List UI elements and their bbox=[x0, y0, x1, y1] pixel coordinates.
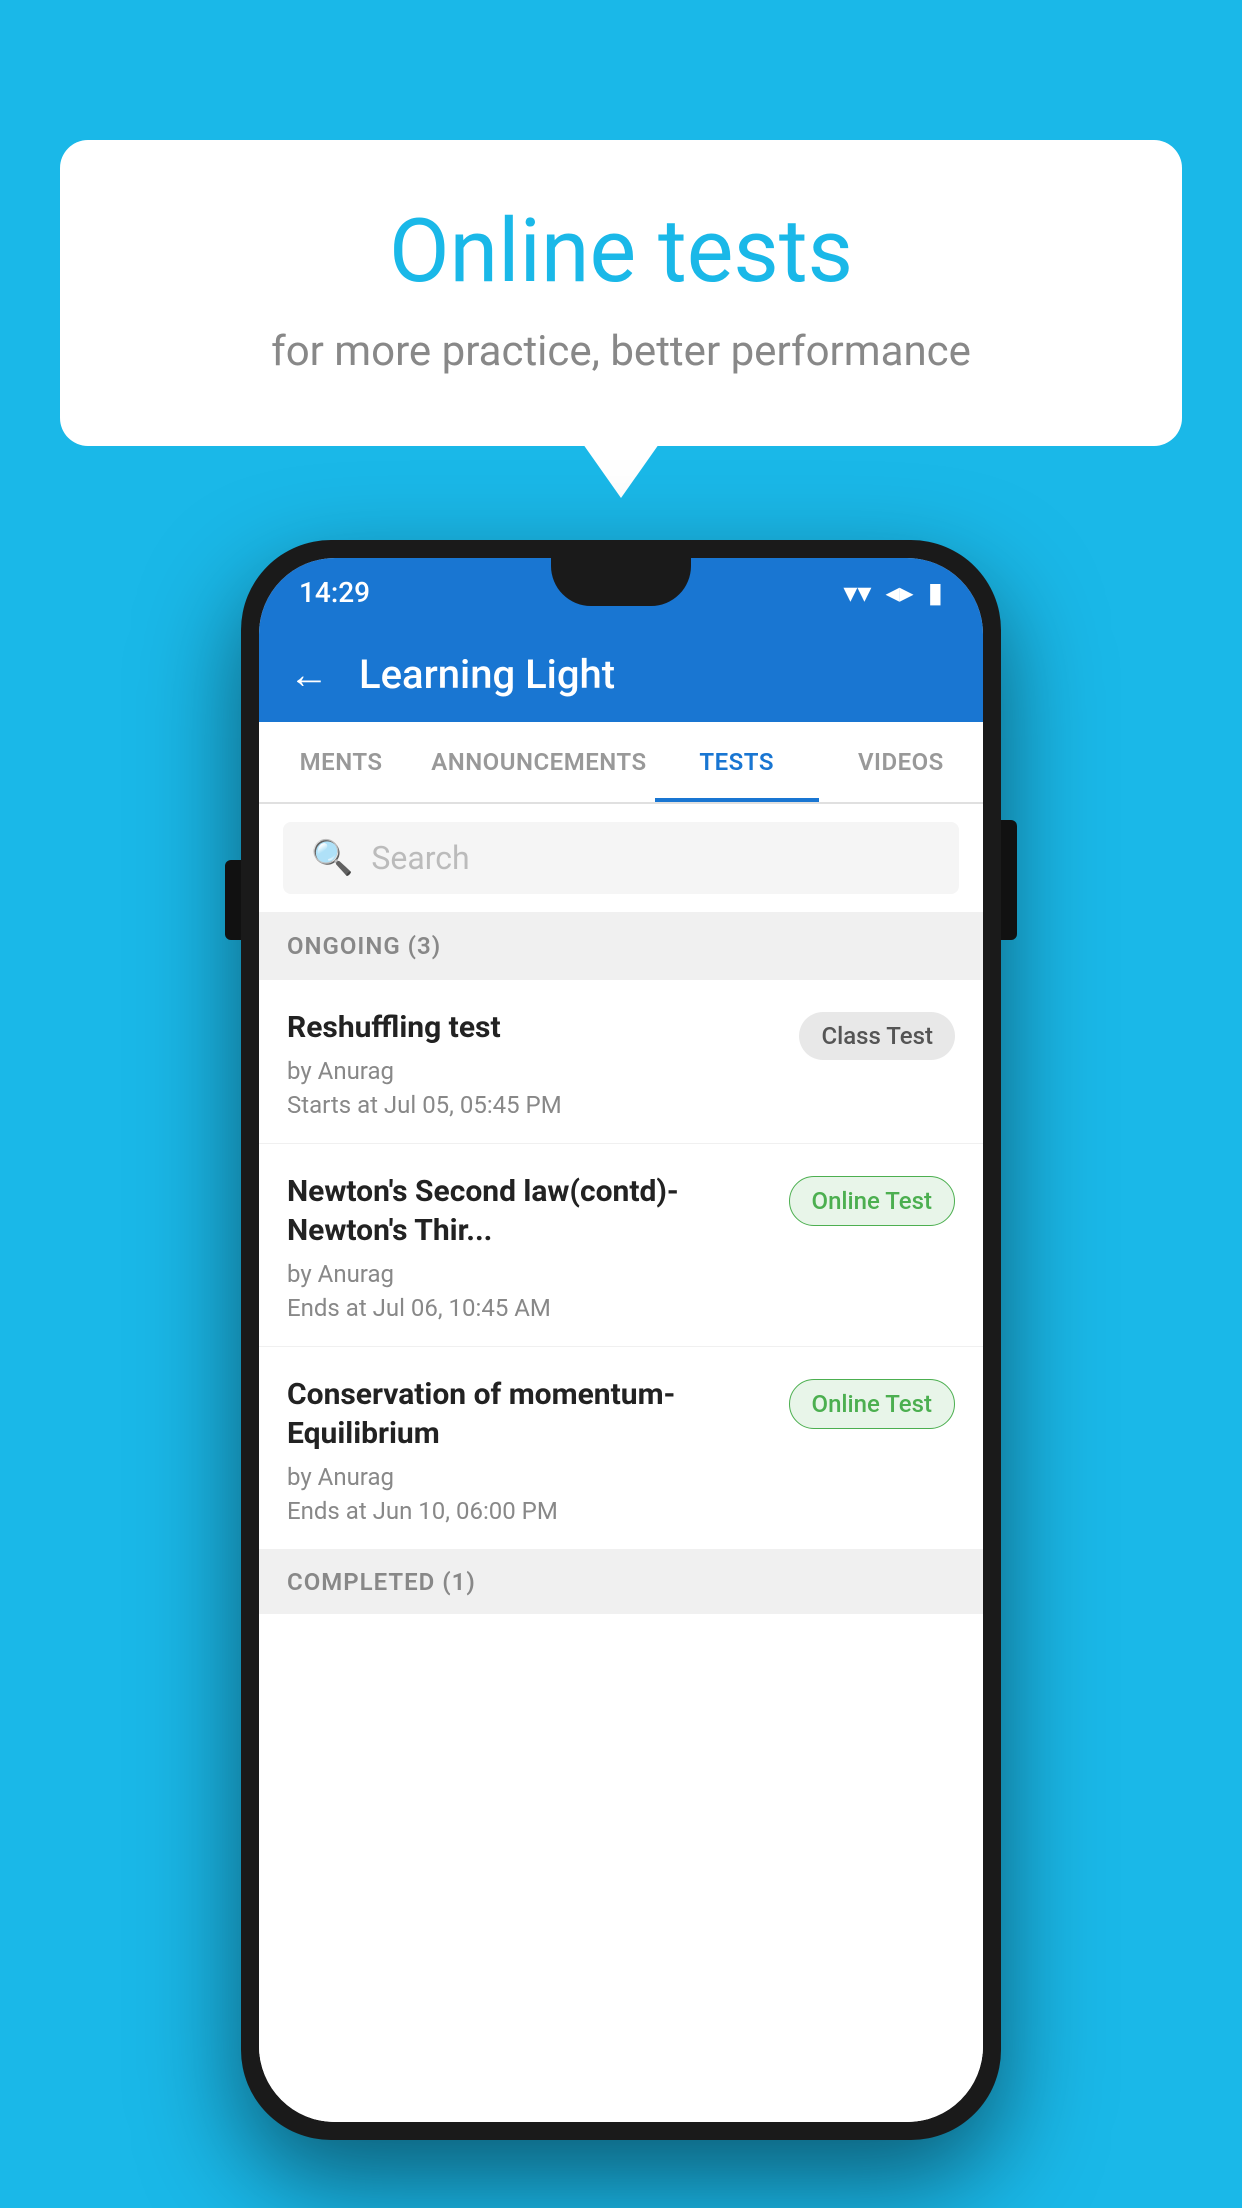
tab-tests[interactable]: TESTS bbox=[655, 722, 819, 802]
speech-bubble: Online tests for more practice, better p… bbox=[60, 140, 1182, 446]
item-author: by Anurag bbox=[287, 1260, 773, 1288]
item-info: Reshuffling test by Anurag Starts at Jul… bbox=[287, 1008, 783, 1119]
bubble-title: Online tests bbox=[140, 200, 1102, 303]
phone-outer: 14:29 ▾▾ ◂▸ ▮ ← Learning Light MENTS ANN… bbox=[241, 540, 1001, 2140]
back-button[interactable]: ← bbox=[289, 651, 329, 698]
badge-online-test-2: Online Test bbox=[789, 1379, 955, 1429]
item-info: Conservation of momentum-Equilibrium by … bbox=[287, 1375, 773, 1525]
search-icon: 🔍 bbox=[311, 838, 353, 878]
tests-list: Reshuffling test by Anurag Starts at Jul… bbox=[259, 980, 983, 2122]
list-item[interactable]: Newton's Second law(contd)-Newton's Thir… bbox=[259, 1144, 983, 1347]
search-placeholder: Search bbox=[371, 839, 469, 877]
content-area: 🔍 Search ONGOING (3) Reshuffling test by… bbox=[259, 804, 983, 2122]
phone-notch bbox=[551, 558, 691, 606]
completed-section-header: COMPLETED (1) bbox=[259, 1550, 983, 1614]
app-title: Learning Light bbox=[359, 651, 615, 698]
phone-screen: 14:29 ▾▾ ◂▸ ▮ ← Learning Light MENTS ANN… bbox=[259, 558, 983, 2122]
tab-ments[interactable]: MENTS bbox=[259, 722, 423, 802]
ongoing-section-header: ONGOING (3) bbox=[259, 912, 983, 980]
app-bar: ← Learning Light bbox=[259, 626, 983, 722]
tab-announcements[interactable]: ANNOUNCEMENTS bbox=[423, 722, 654, 802]
list-item[interactable]: Reshuffling test by Anurag Starts at Jul… bbox=[259, 980, 983, 1144]
item-date: Ends at Jun 10, 06:00 PM bbox=[287, 1497, 773, 1525]
badge-class-test: Class Test bbox=[799, 1012, 955, 1060]
item-title: Reshuffling test bbox=[287, 1008, 783, 1047]
item-title: Conservation of momentum-Equilibrium bbox=[287, 1375, 773, 1453]
speech-bubble-container: Online tests for more practice, better p… bbox=[60, 140, 1182, 446]
tab-videos[interactable]: VIDEOS bbox=[819, 722, 983, 802]
status-icons: ▾▾ ◂▸ ▮ bbox=[843, 576, 943, 609]
item-author: by Anurag bbox=[287, 1463, 773, 1491]
item-title: Newton's Second law(contd)-Newton's Thir… bbox=[287, 1172, 773, 1250]
battery-icon: ▮ bbox=[928, 576, 943, 609]
item-date: Starts at Jul 05, 05:45 PM bbox=[287, 1091, 783, 1119]
search-box[interactable]: 🔍 Search bbox=[283, 822, 959, 894]
wifi-icon: ▾▾ bbox=[843, 576, 871, 609]
ongoing-section-title: ONGOING (3) bbox=[287, 932, 441, 960]
completed-section-title: COMPLETED (1) bbox=[287, 1568, 476, 1596]
status-time: 14:29 bbox=[299, 576, 370, 609]
badge-online-test: Online Test bbox=[789, 1176, 955, 1226]
signal-icon: ◂▸ bbox=[885, 576, 913, 609]
item-date: Ends at Jul 06, 10:45 AM bbox=[287, 1294, 773, 1322]
item-author: by Anurag bbox=[287, 1057, 783, 1085]
phone-wrapper: 14:29 ▾▾ ◂▸ ▮ ← Learning Light MENTS ANN… bbox=[241, 540, 1001, 2140]
list-item[interactable]: Conservation of momentum-Equilibrium by … bbox=[259, 1347, 983, 1550]
item-info: Newton's Second law(contd)-Newton's Thir… bbox=[287, 1172, 773, 1322]
tabs-bar: MENTS ANNOUNCEMENTS TESTS VIDEOS bbox=[259, 722, 983, 804]
bubble-subtitle: for more practice, better performance bbox=[140, 327, 1102, 376]
search-container: 🔍 Search bbox=[259, 804, 983, 912]
